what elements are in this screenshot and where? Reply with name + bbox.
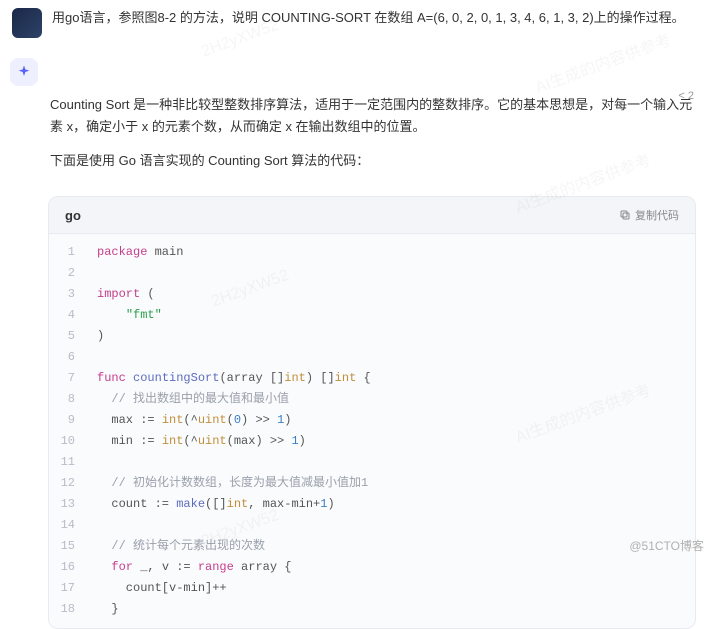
bot-avatar	[10, 58, 38, 86]
code-content[interactable]: package main import ( "fmt") func counti…	[85, 234, 695, 628]
code-language-label: go	[65, 208, 81, 223]
copy-icon	[619, 209, 631, 221]
answer-paragraph: 下面是使用 Go 语言实现的 Counting Sort 算法的代码：	[50, 150, 694, 172]
footer-watermark: @51CTO博客	[629, 537, 704, 554]
reply-count[interactable]: < 2	[678, 90, 694, 102]
sparkle-icon	[16, 64, 32, 80]
code-block: go 复制代码 123456789101112131415161718 pack…	[48, 196, 696, 629]
question-header: 用go语言，参照图8-2 的方法，说明 COUNTING-SORT 在数组 A=…	[0, 0, 714, 46]
question-text: 用go语言，参照图8-2 的方法，说明 COUNTING-SORT 在数组 A=…	[52, 8, 702, 29]
answer-body: Counting Sort 是一种非比较型整数排序算法，适用于一定范围内的整数排…	[0, 86, 714, 196]
line-gutter: 123456789101112131415161718	[49, 234, 85, 628]
copy-label: 复制代码	[635, 207, 679, 223]
code-header: go 复制代码	[49, 197, 695, 234]
answer-paragraph: Counting Sort 是一种非比较型整数排序算法，适用于一定范围内的整数排…	[50, 94, 694, 138]
code-body: 123456789101112131415161718 package main…	[49, 234, 695, 628]
copy-code-button[interactable]: 复制代码	[619, 207, 679, 223]
user-avatar	[12, 8, 42, 38]
